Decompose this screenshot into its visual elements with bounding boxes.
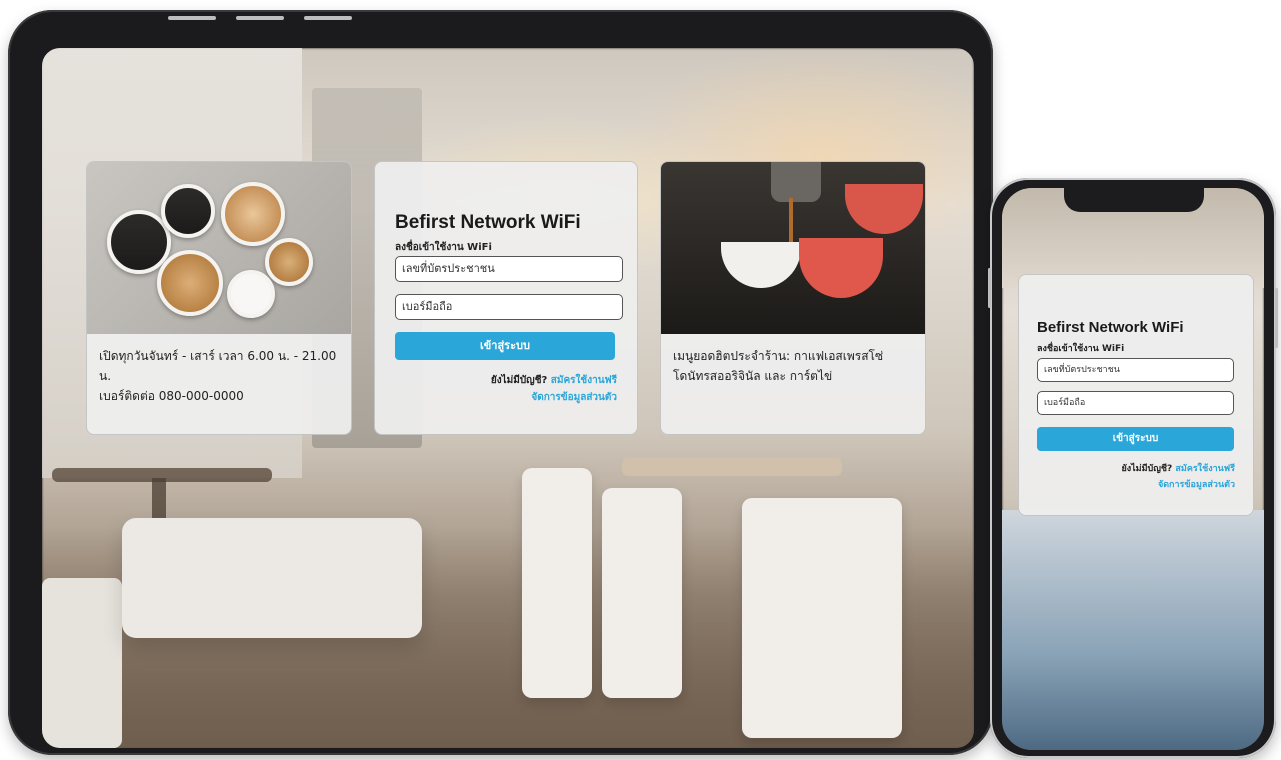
opening-hours-card: เปิดทุกวันจันทร์ - เสาร์ เวลา 6.00 น. - …	[86, 161, 352, 435]
latte-cup-image	[221, 182, 285, 246]
login-subtitle: ลงชื่อเข้าใช้งาน WiFi	[395, 242, 492, 253]
menu-highlight-card: เมนูยอดฮิตประจำร้าน: กาแฟเอสเพรสโซ่ โดนั…	[660, 161, 926, 435]
register-link[interactable]: สมัครใช้งานฟรี	[551, 375, 617, 386]
menu-highlight-line: โดนัทรสออริจินัล และ การ์ตไข่	[673, 369, 833, 383]
background-floor	[1002, 510, 1264, 750]
cappuccino-cup-image	[265, 238, 313, 286]
login-title: Befirst Network WiFi	[395, 212, 581, 233]
no-account-text: ยังไม่มีบัญชี?	[490, 375, 548, 386]
portafilter-image	[771, 162, 821, 202]
manage-profile-link[interactable]: จัดการข้อมูลส่วนตัว	[491, 389, 617, 406]
opening-hours-line: เปิดทุกวันจันทร์ - เสาร์ เวลา 6.00 น. - …	[99, 349, 337, 383]
espresso-machine-photo	[661, 162, 925, 334]
id-card-input[interactable]: เลขที่บัตรประชาชน	[395, 256, 623, 282]
latte-cup-image	[157, 250, 223, 316]
phone-volume-button	[988, 268, 991, 308]
background-chair	[742, 498, 902, 738]
wifi-login-card: Befirst Network WiFi ลงชื่อเข้าใช้งาน Wi…	[1018, 274, 1254, 516]
login-title: Befirst Network WiFi	[1037, 319, 1184, 336]
espresso-cup-image	[799, 238, 883, 298]
account-links: ยังไม่มีบัญชี? สมัครใช้งานฟรี จัดการข้อม…	[1121, 461, 1235, 493]
login-button[interactable]: เข้าสู่ระบบ	[395, 332, 615, 360]
coffee-cups-photo	[87, 162, 351, 334]
background-bench	[122, 518, 422, 638]
background-chair	[602, 488, 682, 698]
tablet-device: เปิดทุกวันจันทร์ - เสาร์ เวลา 6.00 น. - …	[8, 10, 993, 755]
phone-device: Befirst Network WiFi ลงชื่อเข้าใช้งาน Wi…	[988, 178, 1278, 758]
mobile-number-input[interactable]: เบอร์มือถือ	[395, 294, 623, 320]
tablet-power-button	[304, 16, 352, 20]
contact-phone-line: เบอร์ติดต่อ 080-000-0000	[99, 389, 244, 403]
id-card-input[interactable]: เลขที่บัตรประชาชน	[1037, 358, 1234, 382]
opening-hours-text: เปิดทุกวันจันทร์ - เสาร์ เวลา 6.00 น. - …	[99, 346, 351, 406]
tablet-screen: เปิดทุกวันจันทร์ - เสาร์ เวลา 6.00 น. - …	[42, 48, 974, 748]
login-button[interactable]: เข้าสู่ระบบ	[1037, 427, 1234, 451]
tablet-volume-button	[236, 16, 284, 20]
coffee-cup-image	[161, 184, 215, 238]
menu-highlight-text: เมนูยอดฮิตประจำร้าน: กาแฟเอสเพรสโซ่ โดนั…	[673, 346, 883, 386]
manage-profile-link[interactable]: จัดการข้อมูลส่วนตัว	[1121, 477, 1235, 493]
register-link[interactable]: สมัครใช้งานฟรี	[1175, 464, 1235, 474]
tablet-volume-button	[168, 16, 216, 20]
phone-notch	[1064, 188, 1204, 212]
wifi-login-card: Befirst Network WiFi ลงชื่อเข้าใช้งาน Wi…	[374, 161, 638, 435]
menu-highlight-line: เมนูยอดฮิตประจำร้าน: กาแฟเอสเพรสโซ่	[673, 349, 884, 363]
no-account-text: ยังไม่มีบัญชี?	[1121, 464, 1173, 474]
background-bench	[42, 578, 122, 748]
phone-power-button	[1275, 288, 1278, 348]
background-table	[622, 458, 842, 476]
background-chair	[522, 468, 592, 698]
login-subtitle: ลงชื่อเข้าใช้งาน WiFi	[1037, 344, 1125, 354]
espresso-cup-image	[845, 184, 923, 234]
espresso-cup-image	[721, 242, 801, 288]
mobile-number-input[interactable]: เบอร์มือถือ	[1037, 391, 1234, 415]
account-links: ยังไม่มีบัญชี? สมัครใช้งานฟรี จัดการข้อม…	[491, 372, 617, 406]
phone-screen: Befirst Network WiFi ลงชื่อเข้าใช้งาน Wi…	[1002, 188, 1264, 750]
milk-cup-image	[227, 270, 275, 318]
